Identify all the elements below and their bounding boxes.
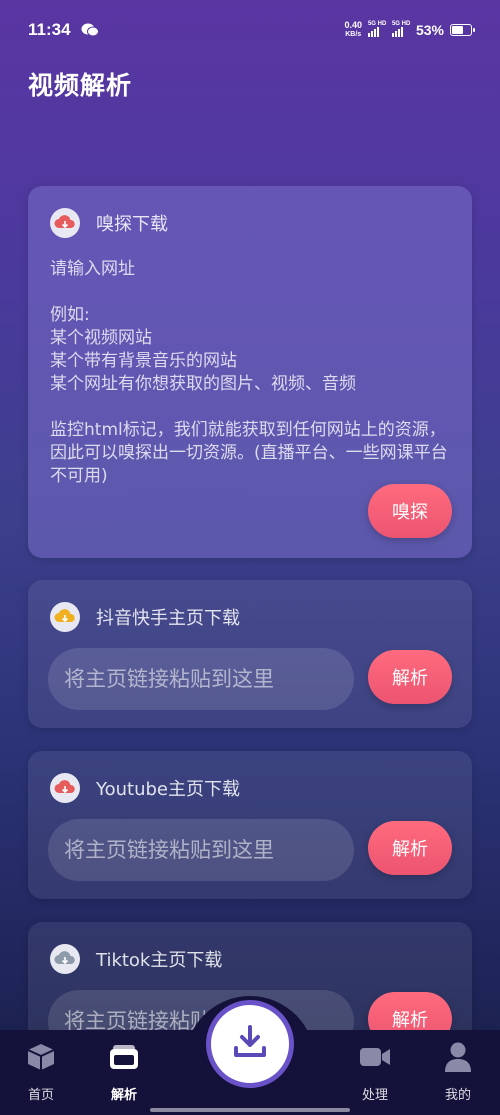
douyin-card: 抖音快手主页下载 解析: [28, 580, 472, 728]
nav-home-label: 首页: [27, 1088, 54, 1103]
douyin-card-header: 抖音快手主页下载: [50, 602, 240, 632]
home-indicator: [150, 1108, 350, 1112]
signal-2-icon: 5G HD: [391, 21, 411, 37]
douyin-card-title: 抖音快手主页下载: [96, 608, 240, 629]
video-camera-icon: [358, 1040, 392, 1074]
cloud-download-icon: [50, 602, 80, 632]
nav-mine[interactable]: 我的: [423, 1040, 493, 1103]
cloud-download-icon: [50, 944, 80, 974]
sniff-description: 请输入网址 例如: 某个视频网站 某个带有背景音乐的网站 某个网址有你想获取的图…: [50, 259, 448, 486]
youtube-parse-button[interactable]: 解析: [368, 821, 452, 875]
sniff-card-title: 嗅探下载: [96, 214, 168, 235]
wechat-icon: [81, 23, 99, 37]
nav-process[interactable]: 处理: [340, 1040, 410, 1103]
download-fab[interactable]: [206, 1000, 294, 1088]
nav-parse[interactable]: 解析: [89, 1040, 159, 1103]
sim1-label: 5G HD: [367, 21, 387, 27]
battery-percent: 53%: [415, 22, 444, 38]
cube-icon: [24, 1040, 58, 1074]
cloud-download-icon: [50, 773, 80, 803]
status-right: 0.40 KB/s 5G HD 5G HD 53%: [344, 21, 475, 39]
net-speed-value: 0.40: [344, 20, 362, 30]
status-time: 11:34: [28, 20, 71, 39]
douyin-url-input[interactable]: [48, 648, 354, 710]
signal-1-icon: 5G HD: [367, 21, 387, 37]
tiktok-card-title: Tiktok主页下载: [96, 950, 223, 971]
net-speed: 0.40 KB/s: [344, 21, 362, 39]
nav-process-label: 处理: [361, 1088, 388, 1103]
nav-home[interactable]: 首页: [6, 1040, 76, 1103]
page-title: 视频解析: [28, 71, 133, 100]
nav-mine-label: 我的: [444, 1088, 471, 1103]
youtube-card: Youtube主页下载 解析: [28, 751, 472, 899]
sniff-card: 嗅探下载 请输入网址 例如: 某个视频网站 某个带有背景音乐的网站 某个网址有你…: [28, 186, 472, 558]
person-icon: [441, 1040, 475, 1074]
sniff-card-header: 嗅探下载: [50, 208, 168, 238]
douyin-parse-button[interactable]: 解析: [368, 650, 452, 704]
net-speed-unit: KB/s: [345, 31, 362, 38]
nav-parse-label: 解析: [110, 1088, 137, 1103]
youtube-card-title: Youtube主页下载: [96, 779, 240, 800]
status-bar: 11:34 0.40 KB/s 5G HD 5G HD 53%: [0, 0, 500, 60]
sniff-button[interactable]: 嗅探: [368, 484, 452, 538]
sim2-label: 5G HD: [391, 21, 411, 27]
battery-icon: [450, 24, 475, 36]
download-icon: [232, 1024, 268, 1064]
cloud-download-icon: [50, 208, 80, 238]
youtube-url-input[interactable]: [48, 819, 354, 881]
tiktok-card-header: Tiktok主页下载: [50, 944, 222, 974]
youtube-card-header: Youtube主页下载: [50, 773, 240, 803]
folder-icon: [107, 1040, 141, 1074]
